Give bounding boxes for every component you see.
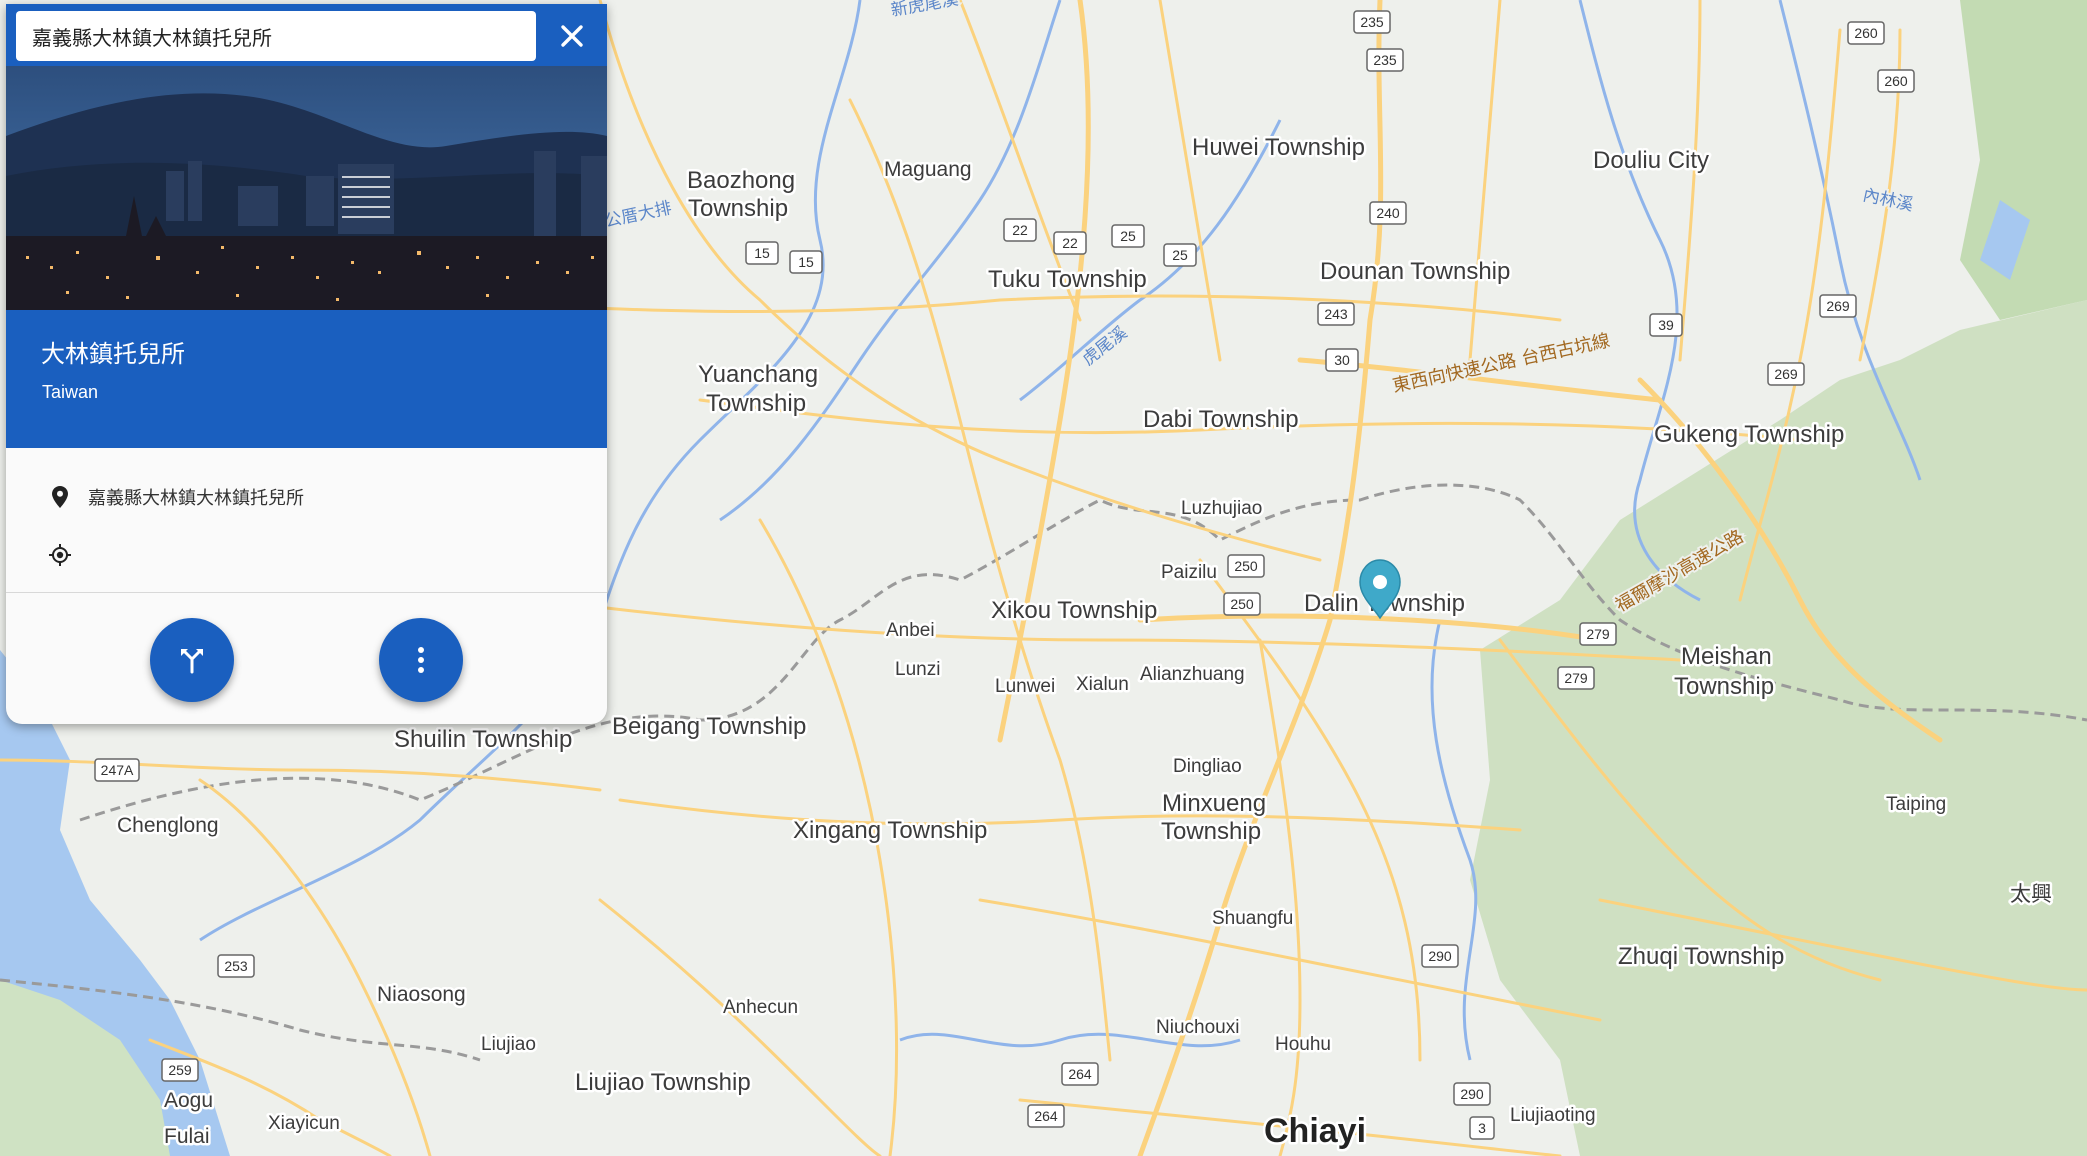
shield-label: 25 [1172,247,1188,263]
place-label: Xikou Township [991,597,1157,624]
place-label: Chenglong [117,814,219,837]
place-header: 大林鎮托兒所 Taiwan [6,310,607,448]
place-label: Lunwei [995,676,1055,697]
place-label: Maguang [884,158,972,181]
place-label: Township [688,195,788,222]
place-label: Liujiao Township [575,1069,751,1096]
place-subtitle: Taiwan [42,382,99,402]
shield-label: 269 [1774,366,1798,382]
place-label: Beigang Township [612,713,806,740]
place-label: Liujiao [481,1034,536,1055]
place-label: Xialun [1076,674,1129,695]
shield-label: 260 [1854,25,1878,41]
divider [6,592,607,593]
shield-label: 30 [1334,352,1350,368]
shield-label: 22 [1062,235,1078,251]
shield-label: 253 [224,958,248,974]
place-label: Luzhujiao [1181,498,1262,519]
address-row[interactable]: 嘉義縣大林鎮大林鎮托兒所 [6,472,607,522]
place-label: Tuku Township [988,266,1147,293]
search-input[interactable] [16,11,536,61]
shield-label: 15 [754,245,770,261]
directions-button[interactable] [150,618,234,702]
shield-label: 235 [1360,14,1384,30]
place-label: Anbei [886,620,935,641]
place-label: Alianzhuang [1140,664,1245,685]
place-photo [6,66,607,310]
more-options-button[interactable] [379,618,463,702]
shield-label: 279 [1564,670,1588,686]
place-label: Xingang Township [793,817,987,844]
shield-label: 279 [1586,626,1610,642]
place-label: Xiayicun [268,1113,340,1134]
close-button[interactable] [546,13,598,59]
place-label: Huwei Township [1192,134,1365,161]
coordinates-row[interactable] [6,530,607,580]
place-label: Niuchouxi [1156,1017,1239,1038]
place-label: Gukeng Township [1654,421,1844,448]
shield-label: 290 [1428,948,1452,964]
place-label: Township [1161,818,1261,845]
place-label: Township [1674,673,1774,700]
search-bar [6,4,607,66]
place-label: Paizilu [1161,562,1217,583]
shield-label: 25 [1120,228,1136,244]
more-vert-icon [418,647,424,673]
place-label: Niaosong [377,983,466,1006]
shield-label: 15 [798,254,814,270]
directions-icon [181,649,203,674]
place-label: Lunzi [895,659,940,680]
shield-label: 259 [168,1062,192,1078]
place-label: Anhecun [723,997,798,1018]
place-label: Minxueng [1162,790,1266,817]
shield-label: 22 [1012,222,1028,238]
place-label: Aogu [164,1089,213,1112]
place-title: 大林鎮托兒所 [41,340,185,368]
place-label: Liujiaoting [1510,1105,1596,1126]
shield-label: 39 [1658,317,1674,333]
place-label: Township [706,390,806,417]
shield-label: 250 [1230,596,1254,612]
place-label: Chiayi [1264,1112,1366,1150]
address-text: 嘉義縣大林鎮大林鎮托兒所 [88,488,304,509]
shield-label: 235 [1373,52,1397,68]
place-label: Dabi Township [1143,406,1299,433]
location-pin-icon [45,486,75,508]
place-label: 太興 [2010,883,2052,906]
shield-label: 3 [1478,1120,1486,1136]
place-panel: 大林鎮托兒所 Taiwan 嘉義縣大林鎮大林鎮托兒所 [6,4,607,724]
place-label: Douliu City [1593,147,1709,174]
crosshair-icon [45,544,75,566]
shield-label: 290 [1460,1086,1484,1102]
place-label: Fulai [164,1125,210,1148]
shield-label: 247A [101,762,134,778]
place-label: Shuilin Township [394,726,572,753]
shield-label: 243 [1324,306,1348,322]
shield-label: 260 [1884,73,1908,89]
place-label: Houhu [1275,1034,1331,1055]
shield-label: 250 [1234,558,1258,574]
place-label: Shuangfu [1212,908,1293,929]
close-icon [561,25,583,47]
place-label: Yuanchang [698,361,818,388]
place-label: Meishan [1681,643,1772,670]
place-label: Dingliao [1173,756,1242,777]
shield-label: 264 [1068,1066,1092,1082]
place-label: Zhuqi Township [1618,943,1784,970]
shield-label: 264 [1034,1108,1058,1124]
place-label: Dounan Township [1320,258,1510,285]
shield-label: 269 [1826,298,1850,314]
place-label: Taiping [1886,794,1946,815]
shield-label: 240 [1376,205,1400,221]
place-label: Baozhong [687,167,795,194]
